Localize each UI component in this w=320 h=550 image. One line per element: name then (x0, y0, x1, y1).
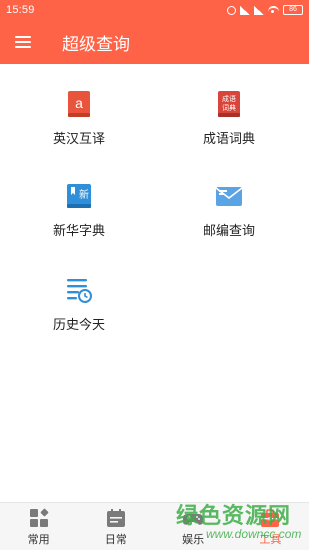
grid-shapes-icon (29, 508, 48, 527)
tab-daily[interactable]: 日常 (77, 503, 154, 550)
svg-text:a: a (75, 95, 83, 111)
svg-text:词典: 词典 (222, 103, 236, 112)
gamepad-icon (183, 513, 204, 525)
tab-label: 工具 (259, 533, 282, 546)
xinhua-book-icon: 新 (67, 184, 91, 208)
tool-label: 成语词典 (202, 131, 255, 146)
hamburger-menu-icon[interactable] (0, 20, 46, 64)
screen: 15:59 86 超级查询 a 英汉互译 成语 词典 成语词典 新 新华字典 邮… (0, 0, 309, 550)
tool-idiom-dictionary[interactable]: 成语 词典 成语词典 (174, 90, 284, 162)
battery-icon: 86 (283, 5, 303, 15)
tool-xinhua-dictionary[interactable]: 新 新华字典 (24, 182, 134, 254)
tool-history-today[interactable]: 历史今天 (24, 276, 134, 348)
alarm-icon (227, 5, 236, 15)
status-time: 15:59 (6, 4, 35, 16)
tab-entertainment[interactable]: 娱乐 (155, 503, 232, 550)
tool-english-translate[interactable]: a 英汉互译 (24, 90, 134, 162)
envelope-icon (215, 187, 243, 206)
tool-postcode-lookup[interactable]: 邮编查询 (174, 182, 284, 254)
bottom-nav: 常用 日常 娱乐 工具 (0, 502, 309, 550)
tab-tools[interactable]: 工具 (232, 503, 309, 550)
signal-icon (240, 5, 250, 15)
tab-label: 常用 (27, 533, 50, 546)
status-icons: 86 (227, 5, 303, 15)
svg-text:成语: 成语 (222, 94, 236, 103)
tool-label: 邮编查询 (202, 223, 255, 238)
app-bar: 超级查询 (0, 20, 309, 64)
tab-common[interactable]: 常用 (0, 503, 77, 550)
wifi-icon (268, 6, 279, 14)
page-title: 超级查询 (62, 34, 130, 54)
tab-label: 娱乐 (182, 533, 205, 546)
svg-text:新: 新 (79, 188, 89, 201)
dictionary-a-icon: a (68, 91, 90, 117)
calendar-icon (106, 508, 125, 527)
signal-icon-2 (254, 5, 264, 15)
status-bar: 15:59 86 (0, 0, 309, 20)
toolbox-icon (261, 508, 280, 527)
tool-label: 历史今天 (52, 317, 105, 332)
idiom-book-icon: 成语 词典 (218, 91, 240, 117)
tool-label: 新华字典 (52, 223, 105, 238)
tab-label: 日常 (104, 533, 127, 546)
tool-label: 英汉互译 (52, 131, 105, 146)
history-list-clock-icon (67, 279, 92, 303)
